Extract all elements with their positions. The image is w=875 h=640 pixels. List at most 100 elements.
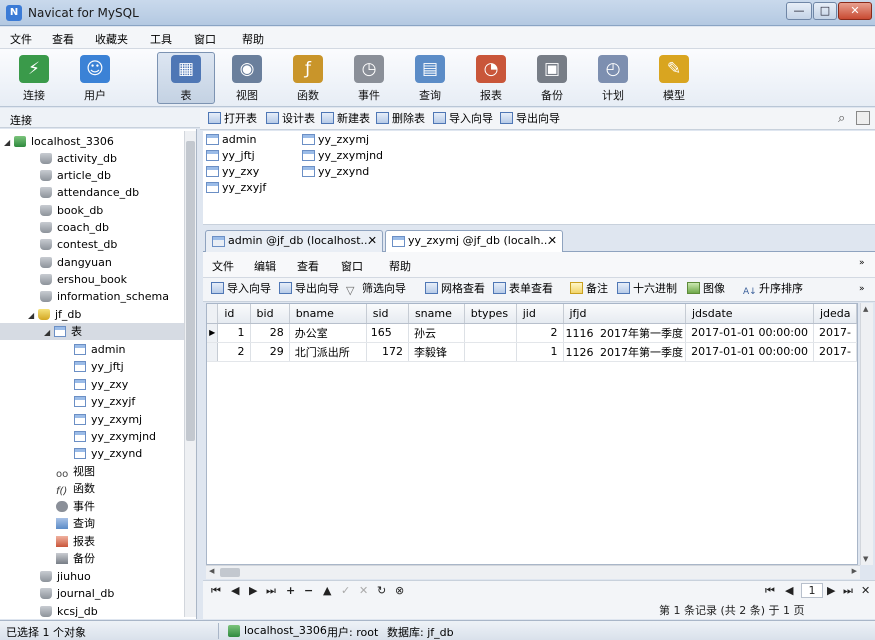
table-cell[interactable]: 孙云 (408, 323, 465, 343)
toolbar-backup-button[interactable]: ▣ 备份 (523, 52, 581, 104)
tree-table[interactable]: yy_zxyjf (74, 393, 135, 410)
delete-record-icon[interactable]: − (304, 584, 313, 597)
maximize-button[interactable]: □ (813, 2, 837, 20)
column-header[interactable]: jdsdate (685, 304, 814, 324)
object-table-item[interactable]: yy_zxy (206, 164, 259, 180)
table-cell[interactable]: 165 (366, 323, 409, 343)
table-cell[interactable]: 28 (250, 323, 290, 343)
tree-table[interactable]: yy_zxynd (74, 445, 142, 462)
toolbar-schedule-button[interactable]: ◴ 计划 (584, 52, 642, 104)
stop-icon[interactable]: ⊗ (395, 584, 404, 597)
column-header[interactable]: btypes (464, 304, 517, 324)
tree-scrollbar-thumb[interactable] (186, 141, 195, 441)
tree-db[interactable]: jiuhuo (40, 568, 91, 585)
column-header[interactable]: sname (408, 304, 465, 324)
toolbar-report-button[interactable]: ◔ 报表 (462, 52, 520, 104)
menu-window[interactable]: 窗口 (194, 31, 216, 47)
sort-ascending-button[interactable]: A↓ 升序排序 (743, 281, 803, 297)
column-header[interactable]: jid (516, 304, 564, 324)
inner-menu-view[interactable]: 查看 (297, 258, 319, 274)
inner-menu-file[interactable]: 文件 (212, 258, 234, 274)
tree-db[interactable]: journal_db (40, 585, 114, 602)
tree-db-open[interactable]: ◢ jf_db (28, 306, 81, 323)
table-cell[interactable]: 1116 2017年第一季度 (563, 323, 686, 343)
tree-scrollbar[interactable] (184, 131, 196, 617)
last-page-icon[interactable]: ⏭ (843, 584, 853, 598)
grid-view-button[interactable]: 网格查看 (425, 281, 485, 297)
open-table-button[interactable]: 打开表 (208, 111, 257, 127)
menu-favorites[interactable]: 收藏夹 (95, 31, 128, 47)
object-table-item[interactable]: admin (206, 132, 256, 148)
tree-db[interactable]: ershou_book (40, 271, 127, 288)
import-wizard-button[interactable]: 导入向导 (433, 111, 493, 127)
tree-table[interactable]: yy_zxymjnd (74, 428, 156, 445)
tree-table[interactable]: yy_zxymj (74, 411, 142, 428)
toolbar-user-button[interactable]: ☺ 用户 (66, 52, 124, 104)
connection-tree[interactable]: ◢ localhost_3306 activity_db article_db a… (0, 129, 197, 619)
form-view-button[interactable]: 表单查看 (493, 281, 553, 297)
column-header[interactable]: bid (250, 304, 290, 324)
table-cell[interactable]: 办公室 (289, 323, 367, 343)
tree-db[interactable]: attendance_db (40, 184, 139, 201)
tree-table[interactable]: yy_zxy (74, 376, 128, 393)
tree-db[interactable]: article_db (40, 167, 111, 184)
table-cell[interactable]: 2017-01-01 00:00:00 (685, 323, 814, 343)
tree-table[interactable]: admin (74, 341, 125, 358)
more-icon[interactable]: » (859, 258, 865, 268)
column-header[interactable]: id (217, 304, 251, 324)
hex-button[interactable]: 十六进制 (617, 281, 677, 297)
tree-db[interactable]: contest_db (40, 236, 117, 253)
tree-db[interactable]: coach_db (40, 219, 109, 236)
new-table-button[interactable]: 新建表 (321, 111, 370, 127)
object-table-item[interactable]: yy_zxymj (302, 132, 369, 148)
next-record-icon[interactable]: ▶ (249, 584, 257, 597)
object-table-item[interactable]: yy_zxyjf (206, 180, 266, 196)
design-table-button[interactable]: 设计表 (266, 111, 315, 127)
cancel-icon[interactable]: ✕ (359, 584, 368, 597)
prev-record-icon[interactable]: ◀ (231, 584, 239, 597)
close-window-button[interactable]: ✕ (838, 2, 872, 20)
grid-horizontal-scrollbar-thumb[interactable] (220, 568, 240, 577)
inner-menu-window[interactable]: 窗口 (341, 258, 363, 274)
minimize-button[interactable]: — (786, 2, 812, 20)
table-cell[interactable]: 2017- (813, 323, 857, 343)
tree-db[interactable]: activity_db (40, 150, 117, 167)
tab-yy-zxymj[interactable]: yy_zxymj @jf_db (localh... ✕ (385, 230, 563, 253)
export-wizard-button[interactable]: 导出向导 (279, 281, 339, 297)
toolbar-view-button[interactable]: ◉ 视图 (218, 52, 276, 104)
toolbar-table-button[interactable]: ▦ 表 (157, 52, 215, 104)
scroll-left-icon[interactable]: ◀ (209, 567, 214, 575)
tree-tables-group[interactable]: ◢ 表 (0, 323, 184, 340)
last-record-icon[interactable]: ⏭ (266, 584, 276, 598)
apply-edit-icon[interactable]: ▲ (323, 584, 331, 597)
confirm-icon[interactable]: ✓ (341, 584, 350, 597)
table-cell[interactable] (464, 323, 517, 343)
table-cell[interactable]: 李毅锋 (408, 342, 465, 362)
table-cell[interactable]: 1 (516, 342, 564, 362)
grid-horizontal-scrollbar[interactable]: ◀ ▶ (206, 565, 860, 579)
toolbar-connection-button[interactable]: ⚡ 连接 (5, 52, 63, 104)
tree-group-events[interactable]: 事件 (56, 498, 95, 515)
table-cell[interactable]: 2 (516, 323, 564, 343)
scroll-down-icon[interactable]: ▼ (863, 555, 868, 563)
tree-connection[interactable]: ◢ localhost_3306 (4, 133, 114, 150)
table-cell[interactable] (464, 342, 517, 362)
export-wizard-button[interactable]: 导出向导 (500, 111, 560, 127)
first-record-icon[interactable]: ⏮ (211, 584, 221, 598)
next-page-icon[interactable]: ▶ (827, 584, 835, 597)
column-header[interactable]: sid (366, 304, 409, 324)
table-cell[interactable]: 1 (217, 323, 251, 343)
column-header[interactable]: jfjd (563, 304, 686, 324)
panel-icon[interactable] (856, 111, 870, 125)
tree-db[interactable]: dangyuan (40, 254, 112, 271)
delete-table-button[interactable]: 删除表 (376, 111, 425, 127)
image-button[interactable]: 图像 (687, 281, 725, 297)
toolbar-query-button[interactable]: ▤ 查询 (401, 52, 459, 104)
menu-tools[interactable]: 工具 (150, 31, 172, 47)
table-cell[interactable]: 2017- (813, 342, 857, 362)
object-table-item[interactable]: yy_zxynd (302, 164, 369, 180)
close-tab-icon[interactable]: ✕ (368, 231, 377, 251)
tree-group-functions[interactable]: f() 函数 (56, 480, 95, 497)
close-tab-icon[interactable]: ✕ (548, 231, 557, 251)
prev-page-icon[interactable]: ◀ (785, 584, 793, 597)
